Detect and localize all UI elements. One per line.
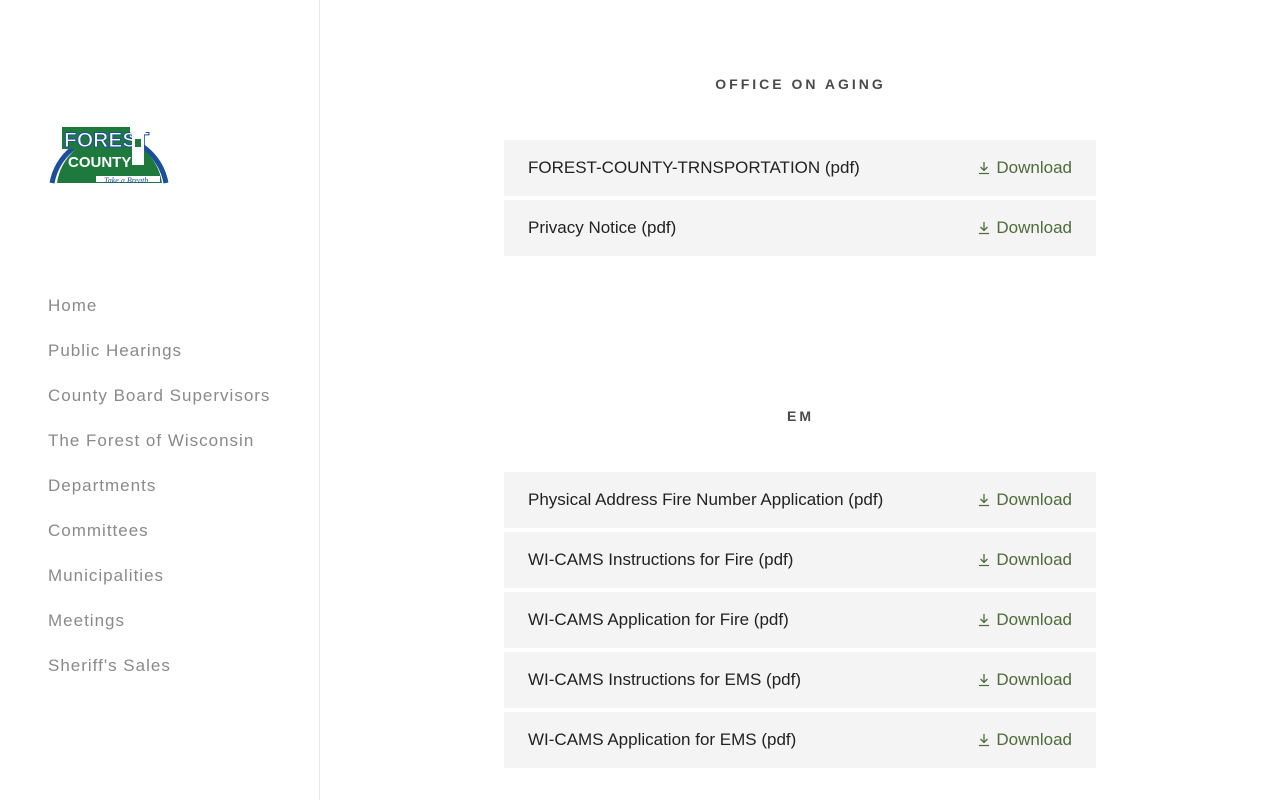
- download-arrow-icon: [979, 554, 990, 567]
- section-title-em: EM: [787, 408, 814, 424]
- file-name: FOREST-COUNTY-TRNSPORTATION (pdf): [528, 158, 860, 177]
- download-label: Download: [996, 158, 1072, 177]
- file-row: WI-CAMS Application for Fire (pdf) Downl…: [504, 592, 1096, 648]
- nav-item-county-board-supervisors[interactable]: County Board Supervisors: [48, 382, 270, 427]
- download-arrow-icon: [979, 674, 990, 687]
- download-link[interactable]: Download: [978, 550, 1072, 570]
- nav-item-public-hearings[interactable]: Public Hearings: [48, 337, 270, 382]
- nav-item-committees[interactable]: Committees: [48, 517, 270, 562]
- section-title-office-on-aging: OFFICE ON AGING: [715, 76, 886, 92]
- download-label: Download: [996, 730, 1072, 749]
- nav-item-departments[interactable]: Departments: [48, 472, 270, 517]
- file-row: FOREST-COUNTY-TRNSPORTATION (pdf) Downlo…: [504, 140, 1096, 196]
- download-link[interactable]: Download: [978, 610, 1072, 630]
- file-name: WI-CAMS Application for Fire (pdf): [528, 610, 789, 629]
- logo-bottom-text: COUNTY: [68, 154, 131, 171]
- download-arrow-icon: [979, 734, 990, 747]
- file-name: Physical Address Fire Number Application…: [528, 490, 884, 509]
- download-arrow-icon: [979, 614, 990, 627]
- file-row: WI-CAMS Instructions for Fire (pdf) Down…: [504, 532, 1096, 588]
- file-row: Privacy Notice (pdf) Download: [504, 200, 1096, 256]
- download-arrow-icon: [979, 162, 990, 175]
- file-name: WI-CAMS Application for EMS (pdf): [528, 730, 797, 749]
- sidebar: FOREST COUNTY Take a Breath Home Public …: [0, 0, 320, 800]
- nav-item-forest-of-wisconsin[interactable]: The Forest of Wisconsin: [48, 427, 270, 472]
- download-label: Download: [996, 610, 1072, 629]
- download-link[interactable]: Download: [978, 158, 1072, 178]
- nav-item-sheriffs-sales[interactable]: Sheriff's Sales: [48, 652, 270, 697]
- logo-tagline: Take a Breath: [104, 176, 148, 185]
- download-arrow-icon: [979, 494, 990, 507]
- download-link[interactable]: Download: [978, 490, 1072, 510]
- file-name: Privacy Notice (pdf): [528, 218, 677, 237]
- download-label: Download: [996, 218, 1072, 237]
- download-link[interactable]: Download: [978, 730, 1072, 750]
- nav-item-municipalities[interactable]: Municipalities: [48, 562, 270, 607]
- download-link[interactable]: Download: [978, 218, 1072, 238]
- nav-item-home[interactable]: Home: [48, 292, 270, 337]
- download-label: Download: [996, 670, 1072, 689]
- file-name: WI-CAMS Instructions for EMS (pdf): [528, 670, 801, 689]
- file-list-em: Physical Address Fire Number Application…: [504, 472, 1096, 772]
- main-content: OFFICE ON AGING FOREST-COUNTY-TRNSPORTAT…: [321, 0, 1280, 800]
- forest-county-logo[interactable]: FOREST COUNTY Take a Breath: [48, 95, 170, 187]
- download-arrow-icon: [979, 222, 990, 235]
- file-list-office-on-aging: FOREST-COUNTY-TRNSPORTATION (pdf) Downlo…: [504, 140, 1096, 260]
- download-label: Download: [996, 550, 1072, 569]
- download-link[interactable]: Download: [978, 670, 1072, 690]
- file-name: WI-CAMS Instructions for Fire (pdf): [528, 550, 794, 569]
- download-label: Download: [996, 490, 1072, 509]
- nav-item-meetings[interactable]: Meetings: [48, 607, 270, 652]
- main-nav: Home Public Hearings County Board Superv…: [48, 292, 270, 697]
- file-row: WI-CAMS Instructions for EMS (pdf) Downl…: [504, 652, 1096, 708]
- file-row: Physical Address Fire Number Application…: [504, 472, 1096, 528]
- file-row: WI-CAMS Application for EMS (pdf) Downlo…: [504, 712, 1096, 768]
